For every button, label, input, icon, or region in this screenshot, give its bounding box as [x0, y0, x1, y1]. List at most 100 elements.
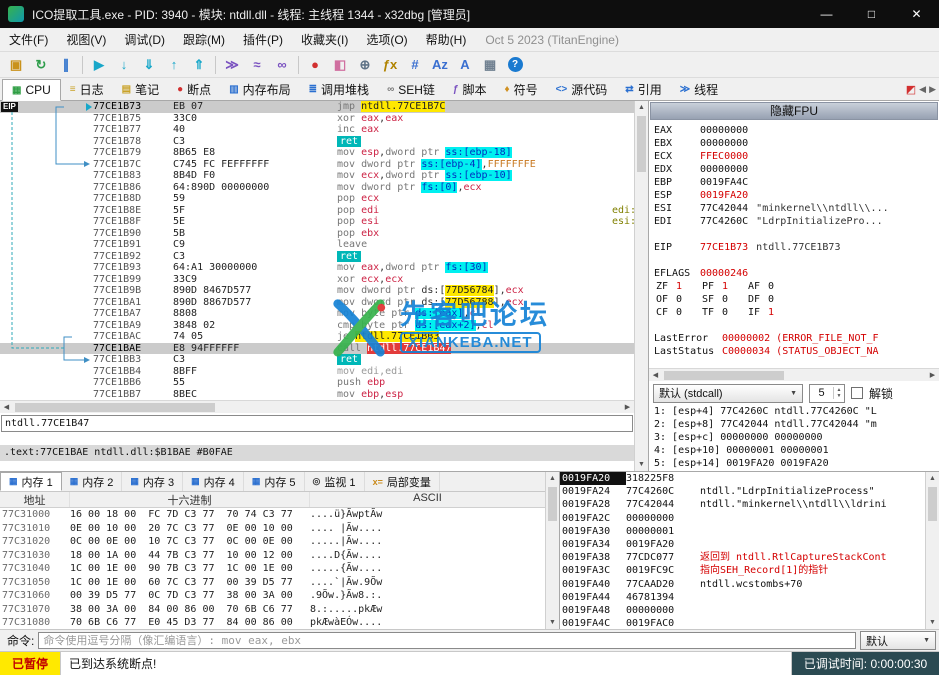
register-value[interactable]: 77C42044	[700, 203, 748, 214]
dump-hex-header[interactable]: 十六进制	[70, 492, 310, 507]
scroll-left-arrow-icon[interactable]: ◀	[649, 371, 662, 379]
tab-memory-map[interactable]: ▥内存布局	[220, 79, 299, 100]
call-argument-row[interactable]: 4: [esp+10] 00000001 00000001	[654, 444, 939, 457]
register-value[interactable]: 00000000	[700, 164, 748, 175]
dump-address-header[interactable]: 地址	[0, 492, 70, 507]
menu-item-5[interactable]: 收藏夹(I)	[292, 28, 357, 52]
menu-item-6[interactable]: 选项(O)	[357, 28, 416, 52]
help-button[interactable]: ?	[503, 54, 527, 76]
stack-row[interactable]: 0019FA4077CAAD20ntdll.wcstombs+70	[560, 578, 925, 591]
register-row-esp[interactable]: ESP0019FA20	[654, 189, 939, 202]
tab-breakpoints[interactable]: ●断点	[168, 79, 220, 100]
step-into-button[interactable]: ↓	[112, 54, 136, 76]
disasm-row[interactable]: 77CE1B7740inc eax	[0, 124, 634, 136]
call-argument-row[interactable]: 5: [esp+14] 0019FA20 0019FA20	[654, 457, 939, 470]
tab-scroll-left-button[interactable]: ◀	[919, 84, 926, 95]
stack-row[interactable]: 0019FA3877CDC077返回到 ntdll.RtlCaptureStac…	[560, 551, 925, 564]
disasm-row[interactable]: 77CE1BB655push ebp	[0, 377, 634, 389]
disasm-row[interactable]: 77CE1B8E5Fpop ediedi:"LdrpInitializePro	[0, 205, 634, 217]
run-button[interactable]: ▶	[87, 54, 111, 76]
dump-tab-memory-5[interactable]: ▦内存 5	[244, 472, 305, 491]
calling-convention-dropdown[interactable]: 默认 (stdcall) ▼	[653, 384, 803, 403]
spinner-arrows-icon[interactable]: ▲▼	[833, 387, 844, 399]
unlock-checkbox[interactable]	[851, 387, 863, 399]
stack-row[interactable]: 0019FA4446781394	[560, 591, 925, 604]
dump-tab-locals[interactable]: x=局部变量	[365, 472, 440, 491]
command-input[interactable]	[38, 632, 856, 649]
scroll-up-arrow-icon[interactable]: ▲	[546, 472, 559, 485]
flags-row[interactable]: ZF1PF1AF0	[654, 280, 939, 293]
title-bar[interactable]: ICO提取工具.exe - PID: 3940 - 模块: ntdll.dll …	[0, 0, 939, 28]
register-row-ecx[interactable]: ECXFFEC0000	[654, 150, 939, 163]
stack-row[interactable]: 0019FA20318225F8	[560, 472, 925, 485]
menu-item-4[interactable]: 插件(P)	[234, 28, 292, 52]
animate-button[interactable]: ∞	[270, 54, 294, 76]
register-row-eip[interactable]: EIP77CE1B73ntdll.77CE1B73	[654, 241, 939, 254]
dump-row[interactable]: 77C3100016 00 18 00 FC 7D C3 77 70 74 C3…	[0, 508, 545, 522]
register-value[interactable]: FFEC0000	[700, 151, 748, 162]
tab-log[interactable]: ≡日志	[61, 79, 113, 100]
scroll-down-arrow-icon[interactable]: ▼	[926, 616, 939, 629]
stack-row[interactable]: 0019FA4C0019FAC0	[560, 617, 925, 629]
disasm-row[interactable]: 77CE1BAC74 05je ntdll.77CE1BB3	[0, 331, 634, 343]
register-value[interactable]: C0000034	[722, 346, 770, 357]
stack-row[interactable]: 0019FA4800000000	[560, 604, 925, 617]
disasm-row[interactable]: 77CE1B8F5Epop esiesi:"minkernel\\ntdll	[0, 216, 634, 228]
registers-horizontal-scrollbar[interactable]: ◀ ▶	[649, 368, 939, 381]
dump-tab-memory-2[interactable]: ▦内存 2	[62, 472, 123, 491]
disasm-row[interactable]: 77CE1B8664:890D 00000000mov dword ptr fs…	[0, 182, 634, 194]
close-button[interactable]: ✕	[894, 0, 939, 28]
disasm-row[interactable]: 77CE1BB3C3ret	[0, 354, 634, 366]
tab-references[interactable]: ⇄引用	[616, 79, 670, 100]
dump-row[interactable]: 77C310501C 00 1E 00 60 7C C3 77 00 39 D5…	[0, 576, 545, 590]
register-value[interactable]: 77C4260C	[700, 216, 748, 227]
disasm-row[interactable]: 77CE1B798B65 E8mov esp,dword ptr ss:[ebp…	[0, 147, 634, 159]
dump-row[interactable]: 77C310100E 00 10 00 20 7C C3 77 0E 00 10…	[0, 522, 545, 536]
tab-call-stack[interactable]: ≣调用堆栈	[300, 79, 378, 100]
disasm-row[interactable]: 77CE1BA1890D 8867D577mov dword ptr ds:[7…	[0, 297, 634, 309]
dump-row[interactable]: 77C310401C 00 1E 00 90 7B C3 77 1C 00 1E…	[0, 562, 545, 576]
breakpoint-button[interactable]: ●	[303, 54, 327, 76]
menu-item-3[interactable]: 跟踪(M)	[174, 28, 234, 52]
disasm-row[interactable]: 77CE1B9933C9xor ecx,ecx	[0, 274, 634, 286]
scroll-down-arrow-icon[interactable]: ▼	[635, 458, 648, 471]
disasm-row[interactable]: 77CE1BA93848 02cmp byte ptr ds:[eax+2],c…	[0, 320, 634, 332]
stack-vertical-scrollbar[interactable]: ▲ ▼	[925, 472, 939, 629]
disasm-row[interactable]: 77CE1B92C3ret	[0, 251, 634, 263]
hide-fpu-button[interactable]: 隐藏FPU	[650, 102, 938, 120]
register-value[interactable]: 00000000	[700, 138, 748, 149]
dump-tab-memory-1[interactable]: ▦内存 1	[0, 472, 62, 491]
register-value[interactable]: 00000000	[700, 125, 748, 136]
register-row-edi[interactable]: EDI77C4260C"LdrpInitializePro...	[654, 215, 939, 228]
settings-button[interactable]: ⊕	[353, 54, 377, 76]
scroll-up-arrow-icon[interactable]: ▲	[926, 472, 939, 485]
flag-value[interactable]: 0	[722, 306, 746, 319]
dump-tab-memory-4[interactable]: ▦内存 4	[183, 472, 244, 491]
menu-item-7[interactable]: 帮助(H)	[417, 28, 476, 52]
disasm-row[interactable]: 77CE1B8D59pop ecx	[0, 193, 634, 205]
register-value[interactable]: 00000246	[700, 268, 748, 279]
dump-rows[interactable]: 77C3100016 00 18 00 FC 7D C3 77 70 74 C3…	[0, 508, 545, 629]
strings-az-button[interactable]: Az	[428, 54, 452, 76]
disasm-row[interactable]: 77CE1B78C3ret	[0, 136, 634, 148]
tab-scroll-right-button[interactable]: ▶	[929, 84, 936, 95]
flag-value[interactable]: 1	[676, 280, 700, 293]
register-row-ebx[interactable]: EBX00000000	[654, 137, 939, 150]
dump-row[interactable]: 77C3106000 39 D5 77 0C 7D C3 77 38 00 3A…	[0, 589, 545, 603]
menu-item-1[interactable]: 视图(V)	[57, 28, 115, 52]
tab-source[interactable]: <>源代码	[547, 79, 617, 100]
patches-button[interactable]: #	[403, 54, 427, 76]
disasm-row[interactable]: 77CE1B905Bpop ebx	[0, 228, 634, 240]
flag-value[interactable]: 1	[722, 280, 746, 293]
open-file-button[interactable]: ▣	[4, 54, 28, 76]
tab-seh[interactable]: ∞SEH链	[378, 79, 444, 100]
register-value[interactable]: 77CE1B73	[700, 242, 748, 253]
disassembly-horizontal-scrollbar[interactable]: ◀ ▶	[0, 400, 634, 413]
stack-row[interactable]: 0019FA2477C4260Cntdll."LdrpInitializePro…	[560, 485, 925, 498]
register-row-eax[interactable]: EAX00000000	[654, 124, 939, 137]
flag-value[interactable]: 0	[768, 280, 792, 293]
disasm-row[interactable]: 77CE1BA78808mov byte ptr ds:[eax],cl	[0, 308, 634, 320]
run-to-return-button[interactable]: ⇑	[187, 54, 211, 76]
argument-count-spinner[interactable]: 5 ▲▼	[809, 384, 845, 403]
dump-ascii-header[interactable]: ASCII	[310, 492, 545, 507]
